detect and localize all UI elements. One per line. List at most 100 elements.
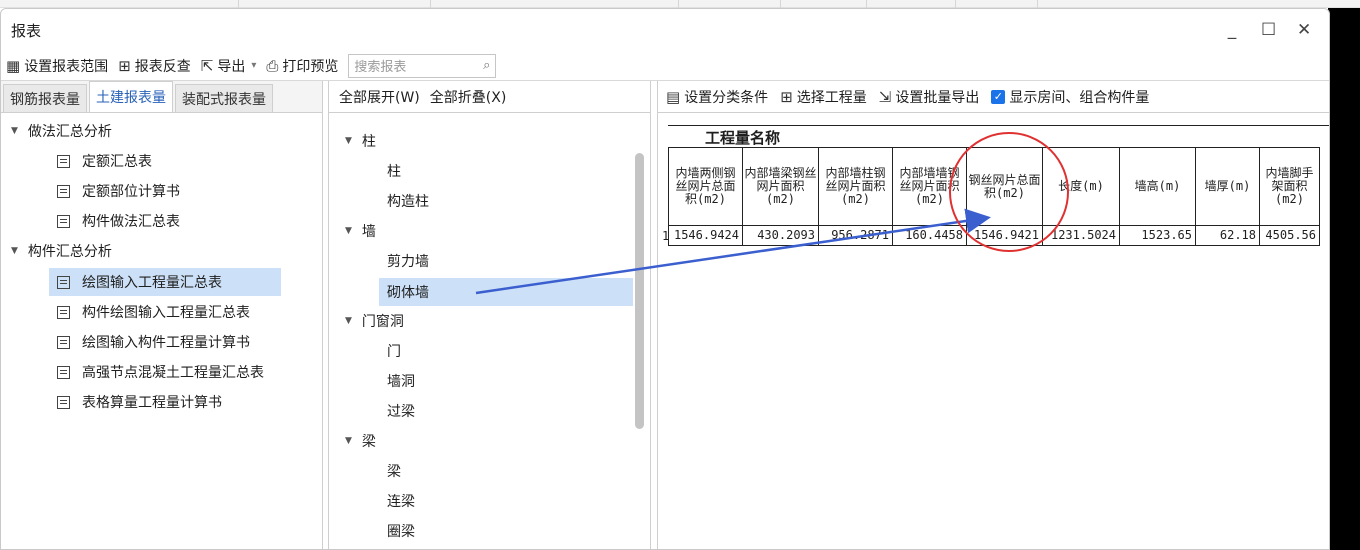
quantity-table: 内墙两侧钢丝网片总面积(m2) 内部墙梁钢丝网片面积(m2) 内部墙柱钢丝网片面… [668,147,1320,246]
document-icon [57,154,70,168]
background-app-strip [0,0,1360,8]
tree-scrollbar[interactable] [635,153,644,429]
caret-down-icon: ▼ [345,136,352,146]
reverse-icon: ⊞ [118,56,131,75]
column-header: 墙高(m) [1119,147,1196,226]
select-quantity-button[interactable]: ⊞ 选择工程量 [780,87,867,107]
tree-item-constructional-column[interactable]: 构造柱 [387,187,429,215]
table-cell: 4505.56 [1259,225,1320,246]
tree-item-masonry-wall[interactable]: 砌体墙 [379,278,633,306]
search-input[interactable]: 搜索报表 ⌕ [348,53,497,78]
print-preview-button[interactable]: ⎙ 打印预览 [266,56,338,76]
table-cell: 1231.5024 [1042,225,1120,246]
export-button[interactable]: ⇱ 导出 ▾ [201,56,257,76]
table-cell: 956.2871 [818,225,893,246]
tab-civil-report[interactable]: 土建报表量 [89,81,173,112]
column-header: 内部墙柱钢丝网片面积(m2) [818,147,893,226]
caret-down-icon: ▼ [345,316,352,326]
tab-rebar-report[interactable]: 钢筋报表量 [3,84,87,112]
column-header: 钢丝网片总面积(m2) [966,147,1043,226]
report-sheet: 工程量名称 1 内墙两侧钢丝网片总面积(m2) 内部墙梁钢丝网片面积(m2) 内… [662,125,1329,251]
set-range-button[interactable]: ▦ 设置报表范围 [6,56,108,76]
caret-down-icon: ▼ [11,126,18,136]
column-header: 墙厚(m) [1195,147,1260,226]
reverse-check-button[interactable]: ⊞ 报表反查 [118,56,191,76]
table-cell: 1546.9424 [668,225,743,246]
show-rooms-checkbox[interactable]: ✓ 显示房间、组合构件量 [991,87,1149,107]
tree-item-shear-wall[interactable]: 剪力墙 [387,247,429,275]
document-icon [57,275,70,289]
report-view-panel: ▤ 设置分类条件 ⊞ 选择工程量 ⇲ 设置批量导出 ✓ 显示房间、组合构件量 工程量名称… [657,81,1329,549]
tree-item-column[interactable]: 柱 [387,157,401,185]
table-row: 1546.9424 430.2093 956.2871 160.4458 154… [668,225,1320,246]
tree-item-coupling-beam[interactable]: 连梁 [387,487,415,515]
tree-item-quota-summary[interactable]: 定额汇总表 [57,147,152,175]
tree-item-drawing-calc-book[interactable]: 绘图输入构件工程量计算书 [57,328,250,356]
select-icon: ⊞ [780,87,793,106]
document-icon [57,395,70,409]
document-icon [57,365,70,379]
tree-group-component-summary[interactable]: ▼ 构件汇总分析 [11,237,112,265]
tree-item-wall-opening[interactable]: 墙洞 [387,367,415,395]
title-bar: 报表 _ ☐ ✕ [1,9,1329,51]
report-toolbar: ▤ 设置分类条件 ⊞ 选择工程量 ⇲ 设置批量导出 ✓ 显示房间、组合构件量 [658,81,1329,113]
column-header: 内墙两侧钢丝网片总面积(m2) [668,147,743,226]
report-title: 工程量名称 [705,128,781,147]
checkbox-icon: ✓ [991,89,1006,104]
tree-item-quota-location[interactable]: 定额部位计算书 [57,177,180,205]
column-header: 长度(m) [1042,147,1120,226]
minimize-button[interactable]: _ [1225,20,1239,40]
table-cell: 1523.65 [1119,225,1196,246]
search-icon[interactable]: ⌕ [483,58,490,73]
category-icon: ▤ [666,87,681,106]
window-title: 报表 [11,21,42,40]
document-icon [57,214,70,228]
outer-background [1328,8,1360,550]
tree-group-door-window[interactable]: ▼ 门窗洞 [345,307,404,335]
tab-prefab-report[interactable]: 装配式报表量 [175,84,273,112]
table-cell: 1546.9421 [966,225,1043,246]
expand-all-button[interactable]: 全部展开(W) [339,87,420,107]
report-category-panel: 钢筋报表量 土建报表量 装配式报表量 ▼ 做法汇总分析 定额汇总表 定额部位计算书… [1,81,323,549]
column-header: 内部墙墙钢丝网片面积(m2) [892,147,967,226]
expand-collapse-bar: 全部展开(W) 全部折叠(X) [329,81,650,113]
column-header: 内部墙梁钢丝网片面积(m2) [742,147,819,226]
chevron-down-icon[interactable]: ▾ [251,60,256,71]
table-header-row: 内墙两侧钢丝网片总面积(m2) 内部墙梁钢丝网片面积(m2) 内部墙柱钢丝网片面… [668,147,1320,226]
document-icon [57,335,70,349]
tree-item-drawing-quantity-summary[interactable]: 绘图输入工程量汇总表 [49,268,281,296]
grid-icon: ▦ [6,56,21,75]
table-cell: 62.18 [1195,225,1260,246]
tree-group-wall[interactable]: ▼ 墙 [345,217,376,245]
maximize-button[interactable]: ☐ [1261,20,1276,40]
tree-item-component-method[interactable]: 构件做法汇总表 [57,207,180,235]
tree-item-ring-beam[interactable]: 圈梁 [387,517,415,545]
tree-item-high-strength-node[interactable]: 高强节点混凝土工程量汇总表 [57,358,264,386]
batch-export-icon: ⇲ [878,87,892,106]
table-cell: 430.2093 [742,225,819,246]
tree-item-beam[interactable]: 梁 [387,457,401,485]
document-icon [57,305,70,319]
collapse-all-button[interactable]: 全部折叠(X) [430,87,507,107]
tree-group-beam[interactable]: ▼ 梁 [345,427,376,455]
caret-down-icon: ▼ [11,246,18,256]
tree-item-table-calc-book[interactable]: 表格算量工程量计算书 [57,388,222,416]
tree-item-component-drawing-summary[interactable]: 构件绘图输入工程量汇总表 [57,298,250,326]
caret-down-icon: ▼ [345,226,352,236]
print-preview-icon: ⎙ [266,56,279,75]
export-icon: ⇱ [200,56,214,75]
set-category-button[interactable]: ▤ 设置分类条件 [666,87,768,107]
caret-down-icon: ▼ [345,436,352,446]
tree-item-door[interactable]: 门 [387,337,401,365]
close-button[interactable]: ✕ [1297,20,1311,40]
table-cell: 160.4458 [892,225,967,246]
batch-export-button[interactable]: ⇲ 设置批量导出 [879,87,980,107]
report-window: 报表 _ ☐ ✕ ▦ 设置报表范围 ⊞ 报表反查 ⇱ 导出 ▾ ⎙ 打印预览 搜索报表 ⌕ … [0,8,1330,550]
tree-item-lintel[interactable]: 过梁 [387,397,415,425]
main-toolbar: ▦ 设置报表范围 ⊞ 报表反查 ⇱ 导出 ▾ ⎙ 打印预览 搜索报表 ⌕ [1,51,1329,81]
document-icon [57,184,70,198]
tree-group-column[interactable]: ▼ 柱 [345,127,376,155]
tree-group-method-summary[interactable]: ▼ 做法汇总分析 [11,117,112,145]
component-tree-panel: 全部展开(W) 全部折叠(X) ▼ 柱 柱 构造柱 ▼ 墙 剪力墙 砌体墙 ▼ 门窗洞… [328,81,651,549]
report-tabs: 钢筋报表量 土建报表量 装配式报表量 [1,81,322,113]
